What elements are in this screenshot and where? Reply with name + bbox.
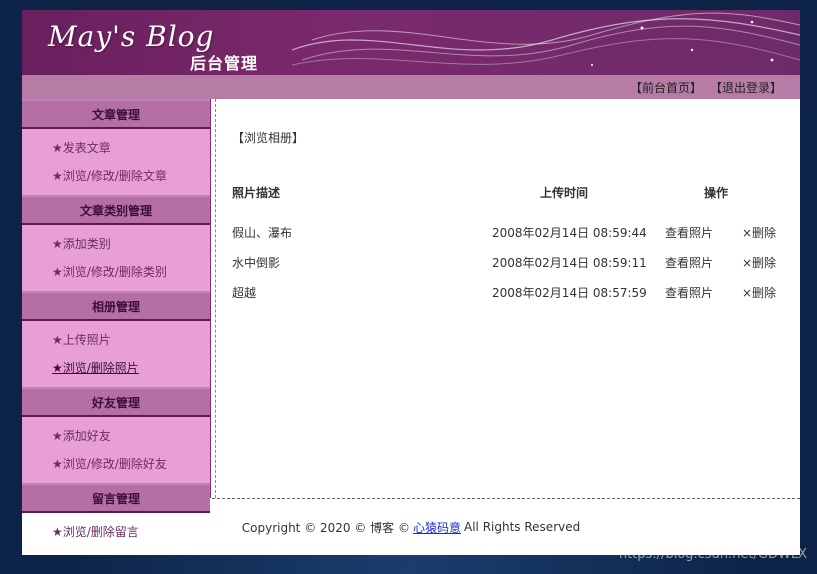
column-header-upload-time: 上传时间 (540, 186, 589, 200)
sidebar-item-manage-friends[interactable]: ★浏览/修改/删除好友 (52, 455, 210, 483)
footer-copyright-suffix: All Rights Reserved (464, 520, 581, 534)
delete-photo-link[interactable]: ×删除 (742, 254, 776, 271)
delete-photo-link[interactable]: ×删除 (742, 284, 776, 301)
upload-time: 2008年02月14日 08:59:44 (492, 226, 647, 240)
sidebar-item-manage-articles[interactable]: ★浏览/修改/删除文章 (52, 167, 210, 195)
header-banner: May's Blog 后台管理 (22, 10, 800, 75)
table-row: 超越 2008年02月14日 08:57:59 查看照片 ×删除 (232, 284, 792, 314)
logo-text: May's Blog (48, 20, 215, 53)
table-row: 水中倒影 2008年02月14日 08:59:11 查看照片 ×删除 (232, 254, 792, 284)
header-subtitle: 后台管理 (190, 54, 259, 73)
sidebar-menu-article: ★发表文章 ★浏览/修改/删除文章 (22, 129, 210, 195)
sidebar-section-messages: 留言管理 (22, 483, 210, 513)
content-panel: 【浏览相册】 照片描述 上传时间 操作 假山、瀑布 2008年02月14日 08… (215, 99, 800, 498)
upload-time: 2008年02月14日 08:57:59 (492, 286, 647, 300)
photo-description: 假山、瀑布 (232, 226, 293, 240)
logout-link[interactable]: 【退出登录】 (710, 79, 782, 96)
upload-time: 2008年02月14日 08:59:11 (492, 256, 647, 270)
sidebar-menu-messages: ★浏览/删除留言 (22, 513, 210, 551)
sidebar-item-post-article[interactable]: ★发表文章 (52, 139, 210, 167)
top-nav-bar: 【前台首页】 【退出登录】 (22, 75, 800, 99)
decorative-swirl-graphic (292, 12, 800, 66)
delete-photo-link[interactable]: ×删除 (742, 224, 776, 241)
column-header-actions: 操作 (704, 186, 729, 200)
sidebar-item-upload-photo[interactable]: ★上传照片 (52, 331, 210, 359)
main-area: 文章管理 ★发表文章 ★浏览/修改/删除文章 文章类别管理 ★添加类别 ★浏览/… (22, 99, 800, 539)
sidebar-menu-album: ★上传照片 ★浏览/删除照片 (22, 321, 210, 387)
sidebar-section-category: 文章类别管理 (22, 195, 210, 225)
photo-table: 照片描述 上传时间 操作 假山、瀑布 2008年02月14日 08:59:44 … (232, 184, 792, 314)
footer-brand-link[interactable]: 心猿码意 (413, 519, 461, 536)
watermark-text: https://blog.csdn.net/GDWLX (618, 547, 807, 562)
column-header-description: 照片描述 (232, 186, 281, 200)
sidebar-item-manage-categories[interactable]: ★浏览/修改/删除类别 (52, 263, 210, 291)
sidebar-section-album: 相册管理 (22, 291, 210, 321)
photo-description: 水中倒影 (232, 256, 281, 270)
view-photo-link[interactable]: 查看照片 (665, 224, 713, 241)
sidebar-menu-category: ★添加类别 ★浏览/修改/删除类别 (22, 225, 210, 291)
table-header-row: 照片描述 上传时间 操作 (232, 184, 792, 224)
view-photo-link[interactable]: 查看照片 (665, 284, 713, 301)
sidebar-item-manage-messages[interactable]: ★浏览/删除留言 (52, 523, 210, 551)
sidebar-menu-friends: ★添加好友 ★浏览/修改/删除好友 (22, 417, 210, 483)
footer-copyright-prefix: Copyright © 2020 © 博客 © (241, 520, 410, 535)
table-row: 假山、瀑布 2008年02月14日 08:59:44 查看照片 ×删除 (232, 224, 792, 254)
sidebar-item-add-friend[interactable]: ★添加好友 (52, 427, 210, 455)
view-photo-link[interactable]: 查看照片 (665, 254, 713, 271)
sidebar: 文章管理 ★发表文章 ★浏览/修改/删除文章 文章类别管理 ★添加类别 ★浏览/… (22, 99, 211, 539)
sidebar-item-add-category[interactable]: ★添加类别 (52, 235, 210, 263)
breadcrumb: 【浏览相册】 (232, 131, 305, 145)
page-wrapper: May's Blog 后台管理 【前台首页】 【退出登录】 文章管理 ★发表文章… (22, 10, 800, 555)
sidebar-section-friends: 好友管理 (22, 387, 210, 417)
sidebar-section-article: 文章管理 (22, 99, 210, 129)
sidebar-item-browse-photos[interactable]: ★浏览/删除照片 (52, 359, 210, 387)
photo-description: 超越 (232, 286, 257, 300)
front-home-link[interactable]: 【前台首页】 (630, 79, 702, 96)
